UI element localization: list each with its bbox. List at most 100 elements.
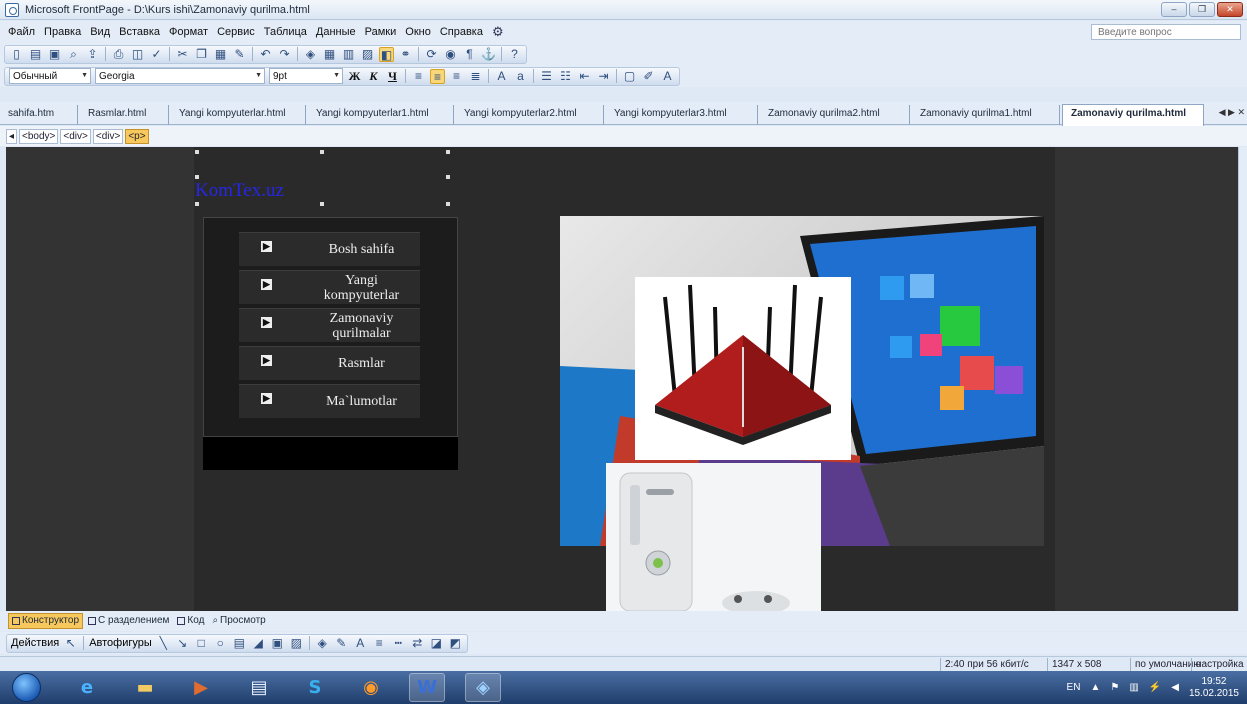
nav-item-info[interactable]: ▶ Ma`lumotlar [239,384,420,418]
redo-icon[interactable]: ↷ [277,47,292,62]
paste-icon[interactable]: ▦ [213,47,228,62]
increase-indent-icon[interactable]: ⇥ [596,69,611,84]
selection-handle[interactable] [195,175,199,179]
clock[interactable]: 19:52 15.02.2015 [1189,676,1239,700]
tag-body[interactable]: <body> [19,128,59,144]
frontpage-taskbar-icon[interactable]: ▤ [241,673,277,702]
nav-item-new-computers[interactable]: ▶ Yangi kompyuterlar [239,270,420,304]
router-image[interactable] [635,277,851,460]
decrease-indent-icon[interactable]: ⇤ [577,69,592,84]
bold-button[interactable]: Ж [347,69,362,84]
search-icon[interactable]: ⌕ [66,47,81,62]
menu-table[interactable]: Таблица [264,26,307,38]
refresh-icon[interactable]: ⟳ [424,47,439,62]
spelling-icon[interactable]: ✓ [149,47,164,62]
volume-icon[interactable]: ◀ [1171,682,1179,693]
selection-handle[interactable] [446,175,450,179]
view-tab-design[interactable]: Конструктор [8,613,84,629]
menu-window[interactable]: Окно [405,26,431,38]
picture-icon[interactable]: ▨ [289,636,304,651]
menu-edit[interactable]: Правка [44,26,81,38]
page-size[interactable]: 1347 x 508 [1047,658,1102,671]
close-button[interactable]: ✕ [1217,2,1243,17]
hyperlink-icon[interactable]: ⚭ [398,47,413,62]
justify-icon[interactable]: ≣ [468,69,483,84]
selection-handle[interactable] [320,202,324,206]
view-tab-preview[interactable]: ⌕ Просмотр [209,613,268,629]
view-tab-code[interactable]: Код [174,613,207,629]
increase-font-icon[interactable]: A [494,69,509,84]
menu-view[interactable]: Вид [90,26,110,38]
rectangle-icon[interactable]: □ [194,636,209,651]
selection-handle[interactable] [195,150,199,154]
view-tab-split[interactable]: С разделением [85,613,172,629]
doc-tab[interactable]: Yangi kompyuterlar.html [171,105,306,125]
doc-tab[interactable]: Zamonaviy qurilma1.html [912,105,1060,125]
bullet-list-icon[interactable]: ☷ [558,69,573,84]
menu-tools[interactable]: Сервис [217,26,255,38]
arrow-icon[interactable]: ↘ [175,636,190,651]
nav-item-modern-devices[interactable]: ▶ Zamonaviy qurilmalar [239,308,420,342]
media-player-icon[interactable]: ▶ [183,673,219,702]
decrease-font-icon[interactable]: a [513,69,528,84]
numbered-list-icon[interactable]: ☰ [539,69,554,84]
highlight-icon[interactable]: ✐ [641,69,656,84]
font-color-icon[interactable]: A [660,69,675,84]
open-folder-icon[interactable]: ▤ [28,47,43,62]
doc-tab[interactable]: Rasmlar.html [80,105,169,125]
align-left-icon[interactable]: ≡ [411,69,426,84]
autoshapes-menu[interactable]: Автофигуры [89,637,152,649]
frontpage-app-icon[interactable] [5,2,19,17]
firefox-icon[interactable]: ◉ [353,673,389,702]
borders-icon[interactable]: ▢ [622,69,637,84]
format-painter-icon[interactable]: ✎ [232,47,247,62]
file-explorer-icon[interactable]: ▬ [127,673,163,702]
web-component-icon[interactable]: ◈ [303,47,318,62]
minimize-button[interactable]: ‒ [1161,2,1187,17]
menu-file[interactable]: Файл [8,26,35,38]
tag-p-selected[interactable]: <p> [125,128,149,144]
frontpage-running-icon[interactable]: ◈ [465,673,501,702]
actions-menu[interactable]: Действия [11,637,59,649]
line-icon[interactable]: ╲ [156,636,171,651]
layout-tables-icon[interactable]: ◧ [379,46,394,62]
insert-table-icon[interactable]: ▦ [322,47,337,62]
new-page-icon[interactable]: ▯ [9,47,24,62]
font-dropdown[interactable]: Georgia ▼ [95,68,265,84]
doc-tab-active[interactable]: Zamonaviy qurilma.html [1062,104,1204,126]
save-icon[interactable]: ▣ [47,47,62,62]
anchor-icon[interactable]: ⚓ [481,47,496,62]
vertical-scrollbar[interactable] [1238,147,1247,611]
line-style-icon[interactable]: ≡ [372,636,387,651]
word-icon[interactable]: W [409,673,445,702]
clipart-icon[interactable]: ▣ [270,636,285,651]
tag-div[interactable]: <div> [92,128,124,144]
selection-handle[interactable] [446,150,450,154]
action-center-icon[interactable]: ⚑ [1110,682,1119,693]
skype-icon[interactable]: S [297,673,333,702]
font-color-icon[interactable]: A [353,636,368,651]
fill-color-icon[interactable]: ◈ [315,636,330,651]
doc-tab[interactable]: Yangi kompyuterlar3.html [606,105,758,125]
internet-explorer-icon[interactable]: e [69,673,105,702]
3d-icon[interactable]: ◩ [448,636,463,651]
stop-icon[interactable]: ◉ [443,47,458,62]
tag-div[interactable]: <div> [60,128,91,144]
print-icon[interactable]: ⎙ [111,47,126,62]
menu-insert[interactable]: Вставка [119,26,160,38]
layer-icon[interactable]: ▥ [341,47,356,62]
shadow-icon[interactable]: ◪ [429,636,444,651]
menu-frames[interactable]: Рамки [365,26,397,38]
design-canvas[interactable]: KomTex.uz ▶ Bosh sahifa ▶ Yangi kompyute… [6,147,1238,611]
cut-icon[interactable]: ✂ [175,47,190,62]
textbox-icon[interactable]: ▤ [232,636,247,651]
italic-button[interactable]: К [366,69,381,84]
style-dropdown[interactable]: Обычный ▼ [9,68,91,84]
font-size-dropdown[interactable]: 9pt ▼ [269,68,343,84]
power-icon[interactable]: ⚡ [1149,682,1161,693]
tab-scroll-arrows-icon[interactable]: ◀ ▶ ✕ [1219,107,1245,118]
start-button[interactable] [12,673,41,702]
maximize-button[interactable]: ❐ [1189,2,1215,17]
doc-tab[interactable]: Yangi kompyuterlar2.html [456,105,604,125]
selection-handle[interactable] [195,202,199,206]
